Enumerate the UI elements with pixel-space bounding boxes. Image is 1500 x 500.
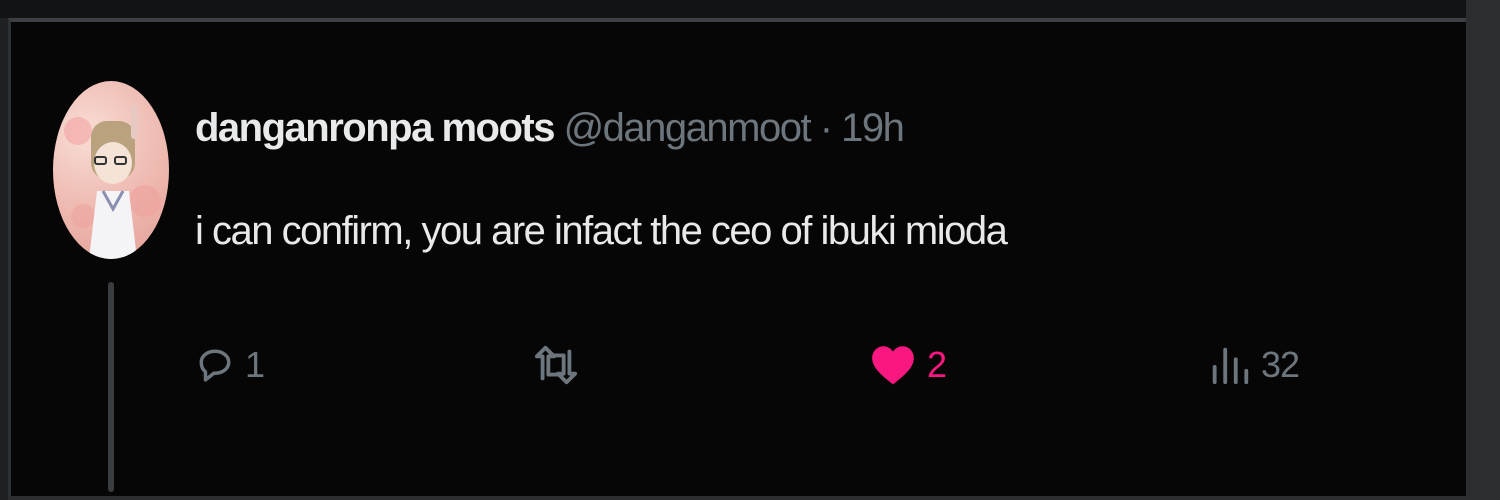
reply-count: 1 [245, 344, 265, 385]
reply-button[interactable]: 1 [193, 330, 265, 400]
retweet-icon [528, 342, 584, 388]
window-top-edge [0, 0, 1466, 18]
timestamp[interactable]: 19h [841, 106, 905, 150]
window-right-edge [1466, 0, 1500, 500]
display-name[interactable]: danganronpa moots [195, 106, 555, 150]
window-left-edge [0, 18, 8, 500]
avatar-illustration [64, 105, 161, 259]
heart-icon [867, 340, 919, 390]
tweet-header: danganronpa moots @danganmoot · 19h [195, 102, 905, 154]
separator-dot: · [819, 106, 833, 150]
user-handle[interactable]: @danganmoot [564, 106, 812, 150]
avatar[interactable] [53, 81, 169, 259]
views-icon [1207, 342, 1253, 388]
like-button[interactable]: 2 [867, 330, 947, 400]
retweet-button[interactable] [528, 330, 592, 400]
tweet-text: i can confirm, you are infact the ceo of… [195, 209, 1008, 253]
views-count: 32 [1261, 344, 1300, 385]
like-count: 2 [927, 344, 947, 385]
thread-line [108, 282, 114, 492]
views-button[interactable]: 32 [1207, 330, 1300, 400]
reply-icon [193, 343, 237, 387]
